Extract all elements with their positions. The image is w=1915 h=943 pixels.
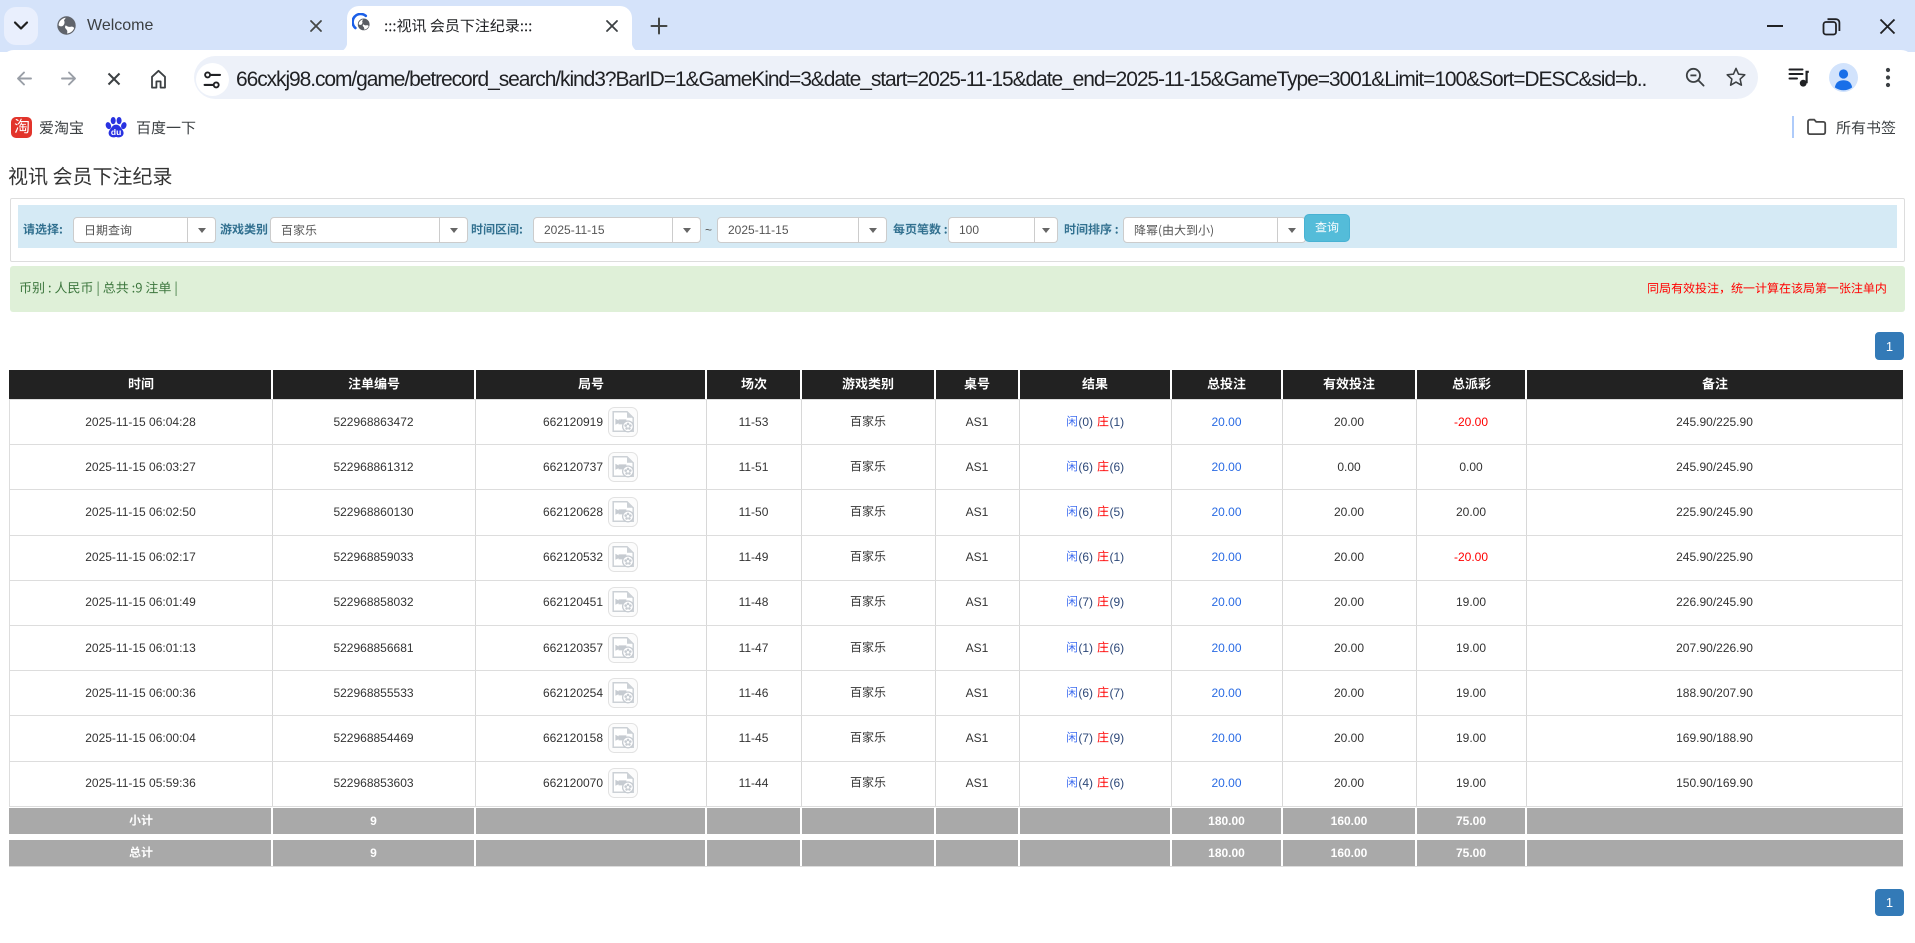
svg-text:du: du [111, 127, 121, 137]
